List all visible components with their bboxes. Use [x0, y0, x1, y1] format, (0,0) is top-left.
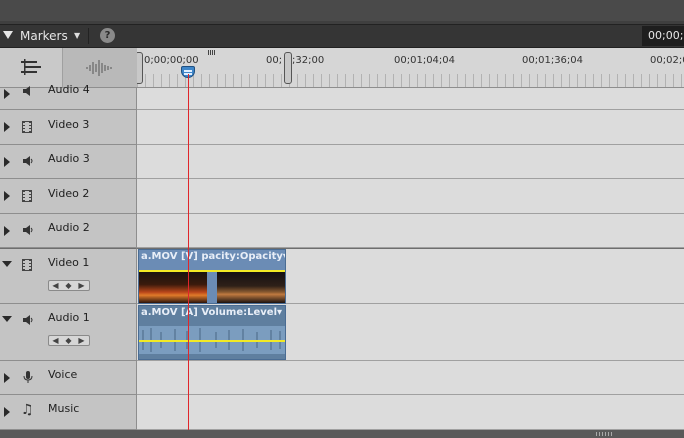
- speaker-icon: [23, 156, 33, 166]
- track-header: Audio 3: [0, 145, 137, 179]
- work-area-end-handle[interactable]: [284, 52, 292, 84]
- playhead-line[interactable]: [188, 74, 189, 430]
- thumbnail: [209, 272, 215, 303]
- track-lane[interactable]: [137, 88, 684, 110]
- expand-track-icon[interactable]: [4, 122, 10, 132]
- track-music: ♫ Music: [0, 395, 684, 430]
- thumbnail: [139, 272, 207, 303]
- music-note-icon: ♫: [21, 402, 34, 418]
- ruler-label: 0;00;00;00: [144, 55, 199, 66]
- ruler-label: ;32;00: [292, 55, 325, 66]
- help-icon[interactable]: ?: [100, 28, 115, 43]
- expand-track-icon[interactable]: [4, 225, 10, 236]
- ruler-label: 00;01;04;04: [394, 55, 456, 66]
- track-header: Video 2: [0, 179, 137, 214]
- keyframe-controls: ◀ ◆ ▶: [48, 335, 90, 346]
- time-ruler[interactable]: 0;00;00;00 00; ;32;00 00;01;04;04 00;01;…: [137, 48, 684, 88]
- track-lane[interactable]: [137, 214, 684, 248]
- markers-bar: Markers ▼ ? 00;00;1: [0, 24, 684, 48]
- track-audio-4: Audio 4: [0, 83, 684, 110]
- collapse-track-icon[interactable]: [2, 261, 12, 267]
- track-header: Voice: [0, 361, 137, 395]
- track-lane[interactable]: [137, 110, 684, 145]
- film-icon: [22, 121, 32, 133]
- film-icon: [22, 259, 32, 271]
- track-label: Voice: [48, 368, 78, 381]
- clip-title: a.MOV [A] Volume:Level▾: [141, 307, 283, 318]
- expand-track-icon[interactable]: [4, 407, 10, 417]
- clip-thumbnails: [139, 272, 285, 303]
- view-toggle: [0, 48, 137, 88]
- track-header: ♫ Music: [0, 395, 137, 430]
- divider: [88, 28, 89, 44]
- track-lane[interactable]: [137, 361, 684, 395]
- clip-title: a.MOV [V] pacity:Opacity▾: [141, 251, 285, 262]
- track-lane[interactable]: [137, 145, 684, 179]
- top-panel-strip: [0, 0, 684, 21]
- keyframe-controls: ◀ ◆ ▶: [48, 280, 90, 291]
- track-label: Video 2: [48, 187, 90, 200]
- add-keyframe-button[interactable]: ◆: [62, 336, 75, 345]
- prev-keyframe-button[interactable]: ◀: [49, 336, 62, 345]
- horizontal-scrollbar[interactable]: [0, 430, 684, 438]
- video-clip[interactable]: a.MOV [V] pacity:Opacity▾: [138, 249, 286, 304]
- track-audio-2: Audio 2: [0, 214, 684, 248]
- track-video-1: Video 1 ◀ ◆ ▶: [0, 248, 684, 304]
- scrollbar-grip[interactable]: [596, 432, 614, 436]
- speaker-icon: [23, 86, 30, 96]
- track-header: Audio 1 ◀ ◆ ▶: [0, 304, 137, 361]
- next-keyframe-button[interactable]: ▶: [75, 281, 88, 290]
- thumbnail: [217, 272, 285, 303]
- timeline-view-button[interactable]: [0, 48, 63, 87]
- track-label: Video 1: [48, 256, 90, 269]
- track-header: Video 1 ◀ ◆ ▶: [0, 248, 137, 304]
- track-label: Music: [48, 402, 80, 415]
- track-audio-1: Audio 1 ◀ ◆ ▶: [0, 304, 684, 361]
- timecode-display: 00;00;1: [642, 26, 684, 46]
- next-keyframe-button[interactable]: ▶: [75, 336, 88, 345]
- prev-keyframe-button[interactable]: ◀: [49, 281, 62, 290]
- chevron-down-icon[interactable]: ▼: [74, 31, 80, 40]
- collapse-track-icon[interactable]: [2, 316, 12, 322]
- film-icon: [22, 190, 32, 202]
- expand-track-icon[interactable]: [4, 89, 10, 99]
- track-label: Audio 4: [48, 83, 90, 96]
- track-lane[interactable]: [137, 179, 684, 214]
- markers-collapse-icon[interactable]: [3, 31, 13, 39]
- ruler-ticks: [137, 74, 684, 87]
- waveform-icon: [86, 60, 112, 76]
- expand-track-icon[interactable]: [4, 191, 10, 201]
- track-label: Video 3: [48, 118, 90, 131]
- speaker-icon: [23, 315, 33, 325]
- audio-clip[interactable]: a.MOV [A] Volume:Level▾: [138, 305, 286, 360]
- add-keyframe-button[interactable]: ◆: [62, 281, 75, 290]
- ruler-label: 00;01;36;04: [522, 55, 584, 66]
- track-audio-3: Audio 3: [0, 145, 684, 179]
- track-lane[interactable]: [137, 395, 684, 430]
- track-header: Audio 4: [0, 83, 137, 110]
- work-area-start-handle[interactable]: [137, 52, 143, 84]
- zoom-grip-icon: [208, 50, 215, 55]
- track-voice: Voice: [0, 361, 684, 395]
- track-header: Audio 2: [0, 214, 137, 248]
- expand-track-icon[interactable]: [4, 372, 10, 383]
- volume-line[interactable]: [139, 340, 285, 342]
- track-video-2: Video 2: [0, 179, 684, 214]
- expand-track-icon[interactable]: [4, 156, 10, 167]
- track-label: Audio 2: [48, 221, 90, 234]
- ruler-label: 00;: [266, 55, 283, 66]
- timeline-view-icon: [21, 59, 41, 75]
- microphone-icon: [23, 371, 33, 383]
- track-label: Audio 3: [48, 152, 90, 165]
- track-label: Audio 1: [48, 311, 90, 324]
- audio-view-button[interactable]: [63, 48, 137, 87]
- ruler-label: 00;02;0: [650, 55, 684, 66]
- track-header: Video 3: [0, 110, 137, 145]
- speaker-icon: [23, 225, 33, 235]
- markers-menu-label[interactable]: Markers: [20, 29, 68, 43]
- track-video-3: Video 3: [0, 110, 684, 145]
